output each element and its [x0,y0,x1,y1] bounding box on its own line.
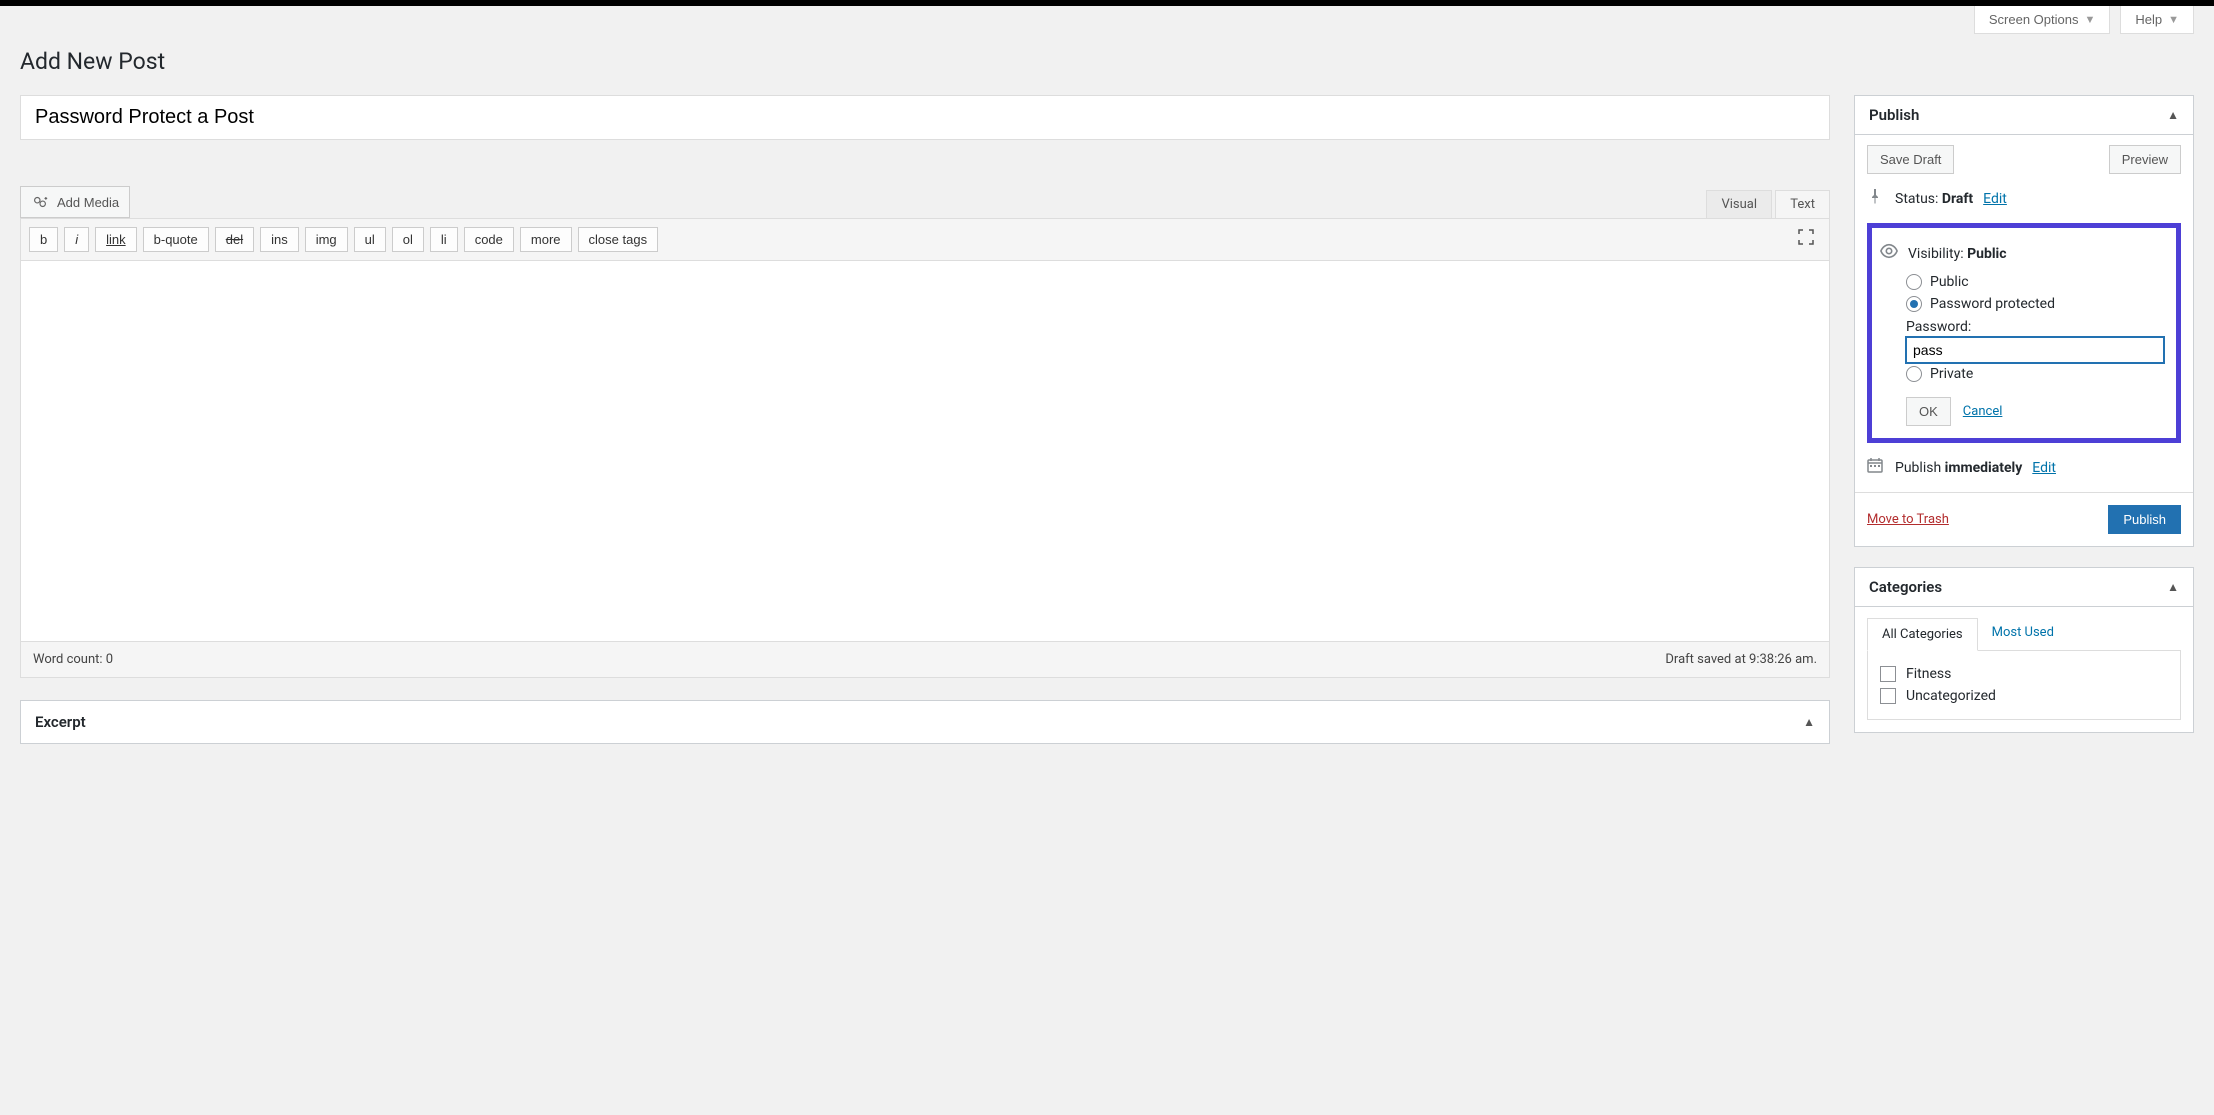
qt-img-button[interactable]: img [305,227,348,252]
category-label: Uncategorized [1906,688,1996,704]
radio-icon [1906,296,1922,312]
publish-box: Publish ▲ Save Draft Preview Status: [1854,95,2194,547]
category-label: Fitness [1906,666,1951,682]
visibility-ok-button[interactable]: OK [1906,397,1951,426]
qt-more-button[interactable]: more [520,227,572,252]
radio-label: Private [1930,366,1973,382]
categories-title: Categories [1869,578,1942,596]
qt-bquote-button[interactable]: b-quote [143,227,209,252]
post-title-input[interactable] [20,95,1830,140]
visibility-option-password[interactable]: Password protected [1878,293,2170,315]
radio-icon [1906,274,1922,290]
visibility-option-public[interactable]: Public [1878,271,2170,293]
post-content-textarea[interactable] [21,261,1829,641]
qt-link-button[interactable]: link [95,227,137,252]
tab-all-categories[interactable]: All Categories [1867,618,1978,651]
publish-schedule-label: Publish immediately [1895,460,2022,476]
publish-box-header[interactable]: Publish ▲ [1855,96,2193,135]
save-draft-button[interactable]: Save Draft [1867,145,1954,174]
categories-box-header[interactable]: Categories ▲ [1855,568,2193,607]
publish-title: Publish [1869,106,1919,124]
password-input[interactable] [1906,337,2164,363]
qt-code-button[interactable]: code [464,227,514,252]
move-to-trash-link[interactable]: Move to Trash [1867,512,1949,527]
qt-bold-button[interactable]: b [29,227,58,252]
qt-del-button[interactable]: del [215,227,254,252]
tab-most-used[interactable]: Most Used [1978,617,2068,650]
checkbox-icon [1880,688,1896,704]
fullscreen-icon[interactable] [1797,228,1821,251]
status-label: Status: Draft [1895,191,1973,207]
excerpt-title: Excerpt [35,713,86,731]
chevron-up-icon: ▲ [2167,580,2179,594]
chevron-down-icon: ▼ [2084,14,2095,26]
tab-text[interactable]: Text [1775,190,1830,218]
excerpt-box-header[interactable]: Excerpt ▲ [20,700,1830,744]
screen-options-button[interactable]: Screen Options ▼ [1974,6,2111,34]
screen-options-label: Screen Options [1989,12,2079,27]
qt-italic-button[interactable]: i [64,227,89,252]
chevron-up-icon: ▲ [1803,715,1815,729]
word-count-label: Word count: 0 [33,652,113,667]
chevron-up-icon: ▲ [2167,108,2179,122]
add-media-label: Add Media [57,195,119,210]
page-title: Add New Post [20,44,2194,83]
publish-button[interactable]: Publish [2108,505,2181,534]
qt-ol-button[interactable]: ol [392,227,424,252]
pin-icon [1867,188,1885,209]
chevron-down-icon: ▼ [2168,14,2179,26]
help-label: Help [2135,12,2162,27]
preview-button[interactable]: Preview [2109,145,2181,174]
editor-container: b i link b-quote del ins img ul ol li co… [20,218,1830,642]
draft-saved-label: Draft saved at 9:38:26 am. [1665,652,1817,667]
eye-icon [1880,242,1898,265]
calendar-icon [1867,457,1885,478]
tab-visual[interactable]: Visual [1706,190,1772,218]
help-button[interactable]: Help ▼ [2120,6,2194,34]
add-media-button[interactable]: Add Media [20,186,130,218]
qt-ins-button[interactable]: ins [260,227,299,252]
media-icon [31,193,49,211]
qt-li-button[interactable]: li [430,227,458,252]
visibility-label: Visibility: Public [1908,246,2007,262]
radio-label: Password protected [1930,296,2055,312]
visibility-highlight: Visibility: Public Public Password prote… [1867,223,2181,443]
radio-label: Public [1930,274,1969,290]
password-label: Password: [1878,315,2170,337]
category-item[interactable]: Fitness [1880,663,2168,685]
categories-box: Categories ▲ All Categories Most Used Fi… [1854,567,2194,733]
schedule-edit-link[interactable]: Edit [2032,460,2056,476]
visibility-option-private[interactable]: Private [1878,363,2170,385]
status-edit-link[interactable]: Edit [1983,191,2007,207]
visibility-cancel-link[interactable]: Cancel [1963,404,2003,419]
checkbox-icon [1880,666,1896,682]
radio-icon [1906,366,1922,382]
category-item[interactable]: Uncategorized [1880,685,2168,707]
qt-close-button[interactable]: close tags [578,227,659,252]
qt-ul-button[interactable]: ul [354,227,386,252]
